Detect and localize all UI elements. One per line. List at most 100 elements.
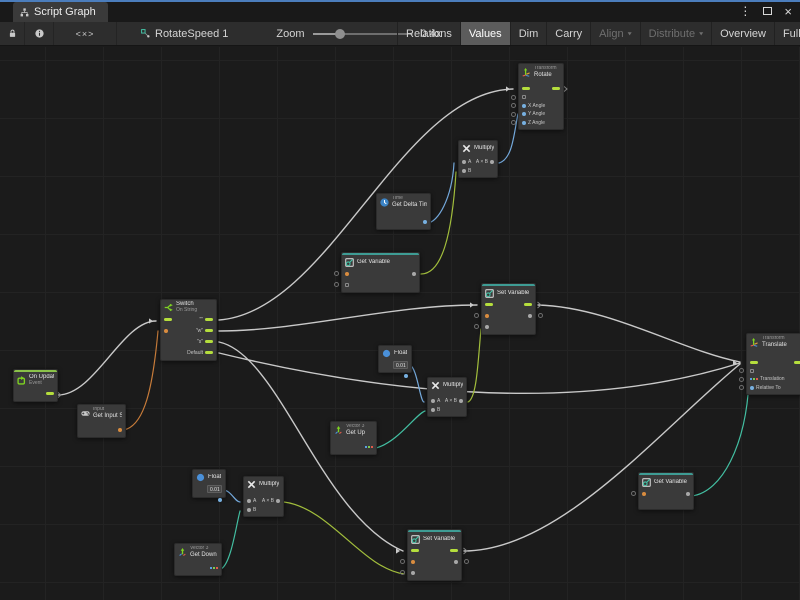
toolbar-button-values[interactable]: Values <box>460 22 510 45</box>
node-get-delta-time[interactable]: TimeGet Delta Time <box>376 193 431 230</box>
flow-port[interactable] <box>205 329 213 332</box>
wire-multiply-3.out--set-variable-2.value[interactable] <box>284 502 404 574</box>
toolbar-button-relations[interactable]: Relations <box>397 22 460 45</box>
node-multiply-1[interactable]: MultiplyAA × BB <box>458 140 498 178</box>
wire-get-input-string.out--switch-on-string.selector[interactable] <box>123 331 158 430</box>
close-icon[interactable]: × <box>784 5 792 18</box>
lock-button[interactable] <box>0 22 25 45</box>
value-port[interactable] <box>454 560 458 564</box>
wire-multiply-2.out--set-variable-1.value[interactable] <box>468 329 481 402</box>
value-port[interactable] <box>423 220 427 224</box>
flow-port[interactable] <box>411 549 419 552</box>
value-port[interactable] <box>462 169 466 173</box>
flow-port[interactable] <box>205 351 213 354</box>
value-port[interactable] <box>686 492 690 496</box>
value-port[interactable] <box>642 492 646 496</box>
value-port[interactable] <box>522 112 526 116</box>
outer-socket[interactable] <box>511 95 516 100</box>
wire-vector3-get-down.out--multiply-3.b[interactable] <box>221 511 240 569</box>
value-port[interactable] <box>411 560 415 564</box>
node-float-2[interactable]: Float0.01 <box>192 469 226 498</box>
outer-socket[interactable] <box>400 570 405 575</box>
outer-socket[interactable] <box>739 377 744 382</box>
node-rotate[interactable]: TransformRotateX AngleY AngleZ Angle <box>518 63 564 130</box>
flow-port[interactable] <box>205 318 213 321</box>
maximize-icon[interactable] <box>763 7 772 15</box>
value-port[interactable] <box>431 408 435 412</box>
info-button[interactable] <box>25 22 54 45</box>
flow-port[interactable] <box>522 87 530 90</box>
vector3-port[interactable] <box>365 446 373 448</box>
value-port[interactable] <box>247 499 251 503</box>
tab-script-graph[interactable]: Script Graph <box>13 2 108 22</box>
value-port[interactable] <box>164 329 168 333</box>
value-port[interactable] <box>247 508 251 512</box>
node-multiply-3[interactable]: MultiplyAA × BB <box>243 476 284 517</box>
zoom-to-fit-button[interactable]: <×> <box>54 22 117 45</box>
wire-vector3-get-up.out--multiply-2.b[interactable] <box>376 411 425 448</box>
zoom-slider-handle[interactable] <box>335 29 345 39</box>
value-port[interactable] <box>431 399 435 403</box>
value-port[interactable] <box>411 571 415 575</box>
value-input[interactable]: 0.01 <box>207 485 222 493</box>
value-port[interactable] <box>118 428 122 432</box>
outer-socket[interactable] <box>538 313 543 318</box>
value-port[interactable] <box>485 314 489 318</box>
outer-socket[interactable] <box>334 271 339 276</box>
value-port[interactable] <box>750 386 754 390</box>
window-menu-icon[interactable]: ⋮ <box>739 5 751 17</box>
node-get-input-string[interactable]: InputGet Input String <box>77 404 126 438</box>
object-port[interactable] <box>750 369 754 373</box>
vector3-port[interactable] <box>750 378 758 380</box>
flow-port[interactable] <box>794 361 800 364</box>
node-on-update[interactable]: On UpdateEvent <box>13 369 58 402</box>
wire-set-variable-2.flow-out--translate.flow[interactable] <box>464 364 740 551</box>
value-port[interactable] <box>522 121 526 125</box>
node-switch-on-string[interactable]: SwitchOn String"""w""s"Default <box>160 299 217 361</box>
value-port[interactable] <box>218 498 222 502</box>
flow-port[interactable] <box>750 361 758 364</box>
graph-breadcrumb[interactable]: RotateSpeed 1 <box>131 22 238 45</box>
toolbar-button-carry[interactable]: Carry <box>546 22 590 45</box>
outer-socket[interactable] <box>511 112 516 117</box>
outer-socket[interactable] <box>464 559 469 564</box>
outer-socket[interactable] <box>334 282 339 287</box>
outer-socket[interactable] <box>631 491 636 496</box>
node-get-variable-1[interactable]: Get Variable <box>341 252 420 293</box>
outer-socket[interactable] <box>400 559 405 564</box>
value-port[interactable] <box>528 314 532 318</box>
wire-get-delta-time.out--multiply-1.a[interactable] <box>427 163 454 223</box>
wire-set-variable-1.flow-out--translate.flow[interactable] <box>538 305 740 362</box>
object-port[interactable] <box>345 283 349 287</box>
node-vector3-get-up[interactable]: Vector 3Get Up <box>330 421 377 455</box>
toolbar-button-overview[interactable]: Overview <box>711 22 774 45</box>
wire-on-update--switch-on-string.flow[interactable] <box>58 321 156 395</box>
flow-port[interactable] <box>552 87 560 90</box>
object-port[interactable] <box>522 95 526 99</box>
node-set-variable-1[interactable]: Set Variable <box>481 283 536 335</box>
value-input[interactable]: 0.01 <box>393 361 408 369</box>
toolbar-button-dim[interactable]: Dim <box>510 22 547 45</box>
value-port[interactable] <box>345 272 349 276</box>
outer-socket[interactable] <box>474 313 479 318</box>
value-port[interactable] <box>404 374 408 378</box>
value-port[interactable] <box>485 325 489 329</box>
node-multiply-2[interactable]: MultiplyAA × BB <box>427 377 467 417</box>
toolbar-button-full-screen[interactable]: Full Screen <box>774 22 800 45</box>
value-port[interactable] <box>459 399 463 403</box>
value-port[interactable] <box>412 272 416 276</box>
flow-port[interactable] <box>46 392 54 395</box>
flow-port[interactable] <box>524 303 532 306</box>
graph-canvas[interactable]: On UpdateEvent InputGet Input String Switc… <box>0 47 800 600</box>
wire-switch-on-string.default--translate.flow[interactable] <box>219 353 740 393</box>
node-float-1[interactable]: Float0.01 <box>378 345 412 373</box>
flow-port[interactable] <box>164 318 172 321</box>
node-get-variable-2[interactable]: Get Variable <box>638 472 694 510</box>
value-port[interactable] <box>462 160 466 164</box>
value-port[interactable] <box>490 160 494 164</box>
outer-socket[interactable] <box>474 324 479 329</box>
flow-port[interactable] <box>450 549 458 552</box>
flow-port[interactable] <box>205 340 213 343</box>
value-port[interactable] <box>276 499 280 503</box>
value-port[interactable] <box>522 104 526 108</box>
